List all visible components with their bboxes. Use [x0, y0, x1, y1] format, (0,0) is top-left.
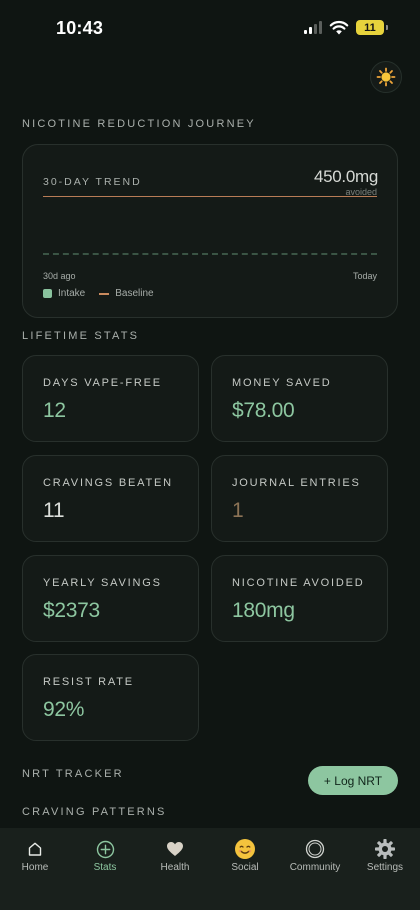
smiley-icon [210, 837, 280, 861]
baseline-series-line [43, 196, 377, 197]
circle-icon [280, 837, 350, 861]
stat-card-resist-rate: RESIST RATE 92% [22, 654, 199, 741]
stat-label: DAYS VAPE-FREE [43, 377, 162, 389]
stats-plus-icon [70, 837, 140, 861]
stat-card-nicotine-avoided: NICOTINE AVOIDED 180mg [211, 555, 388, 642]
stat-card-journal-entries: JOURNAL ENTRIES 1 [211, 455, 388, 542]
nav-label: Health [160, 862, 190, 873]
stat-value: 11 [43, 499, 65, 522]
theme-toggle-button[interactable] [370, 61, 402, 93]
trend-label: 30-DAY TREND [43, 176, 142, 188]
stat-card-money-saved: MONEY SAVED $78.00 [211, 355, 388, 442]
status-icons: 11 [304, 20, 388, 35]
baseline-swatch [99, 292, 110, 295]
stat-value: 180mg [232, 599, 295, 622]
status-time: 10:43 [56, 18, 104, 38]
bottom-nav: Home Stats Health Social Community Setti… [0, 828, 420, 910]
stat-value: 92% [43, 698, 85, 721]
legend-intake: Intake [58, 288, 86, 299]
axis-end-label: Today [352, 271, 377, 281]
nav-label: Settings [366, 862, 404, 873]
stat-card-yearly-savings: YEARLY SAVINGS $2373 [22, 555, 199, 642]
stat-label: YEARLY SAVINGS [43, 577, 162, 589]
section-title-journey: NICOTINE REDUCTION JOURNEY [22, 118, 256, 130]
axis-start-label: 30d ago [43, 271, 76, 281]
stat-card-days-vape-free: DAYS VAPE-FREE 12 [22, 355, 199, 442]
cellular-signal-icon [304, 21, 322, 34]
nav-label: Home [21, 862, 49, 873]
stat-label: RESIST RATE [43, 676, 134, 688]
nav-item-home[interactable]: Home [0, 828, 70, 910]
stat-card-cravings-beaten: CRAVINGS BEATEN 11 [22, 455, 199, 542]
sun-icon [376, 67, 396, 87]
section-title-cravings: CRAVING PATTERNS [22, 806, 167, 818]
intake-swatch [43, 289, 52, 298]
nav-item-settings[interactable]: Settings [350, 828, 420, 910]
legend-baseline: Baseline [115, 288, 154, 299]
nav-label: Social [231, 862, 259, 873]
wifi-icon [329, 20, 349, 35]
stat-label: NICOTINE AVOIDED [232, 577, 365, 589]
battery-icon: 11 [356, 20, 388, 35]
home-icon [0, 837, 70, 861]
trend-card: 30-DAY TREND 450.0mg avoided 30d ago Tod… [22, 144, 398, 318]
stat-label: JOURNAL ENTRIES [232, 477, 361, 489]
stat-value: $2373 [43, 599, 100, 622]
intake-series-line [43, 253, 377, 255]
trend-value: 450.0mg [313, 167, 378, 186]
battery-level: 11 [364, 21, 376, 34]
nav-item-community[interactable]: Community [280, 828, 350, 910]
log-nrt-button[interactable]: + Log NRT [308, 766, 398, 795]
nav-item-stats[interactable]: Stats [70, 828, 140, 910]
stat-label: CRAVINGS BEATEN [43, 477, 173, 489]
stat-value: 12 [43, 399, 66, 422]
status-bar: 10:43 11 [0, 0, 420, 56]
chart-legend: Intake Baseline [43, 288, 154, 299]
nav-item-social[interactable]: Social [210, 828, 280, 910]
section-title-lifetime: LIFETIME STATS [22, 330, 140, 342]
heart-icon [140, 837, 210, 861]
stat-value: $78.00 [232, 399, 295, 422]
nav-label: Community [289, 862, 341, 873]
section-title-nrt: NRT TRACKER [22, 768, 124, 780]
stat-value: 1 [232, 499, 244, 522]
gear-icon [350, 837, 420, 861]
nav-label: Stats [93, 862, 117, 873]
nav-item-health[interactable]: Health [140, 828, 210, 910]
stat-label: MONEY SAVED [232, 377, 332, 389]
